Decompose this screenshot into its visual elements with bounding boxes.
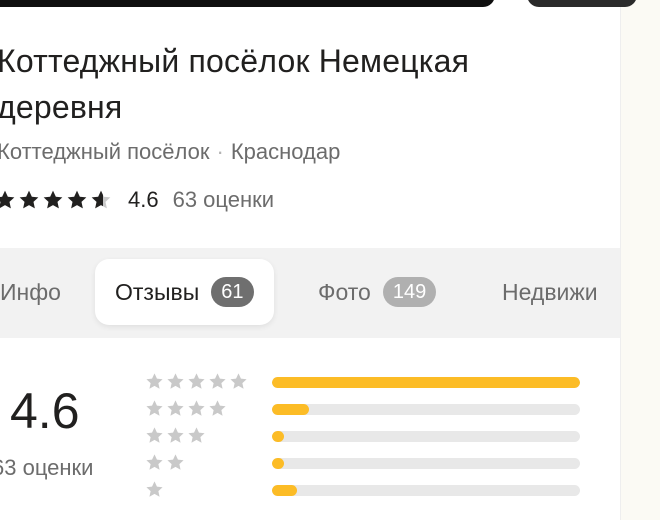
tab-info[interactable]: Инфо (0, 259, 61, 325)
distribution-stars (145, 372, 250, 391)
star-icon (209, 373, 226, 389)
place-subtitle: Коттеджный посёлок · Краснодар (0, 137, 340, 167)
distribution-bar-fill (272, 404, 309, 415)
star-icon (67, 190, 87, 209)
distribution-bar-fill (272, 485, 297, 496)
star-icon (167, 427, 184, 443)
gallery-photo[interactable] (0, 0, 495, 7)
tab-info-label: Инфо (0, 278, 61, 305)
tab-reviews[interactable]: Отзывы 61 (95, 259, 274, 325)
distribution-bar (272, 458, 580, 469)
star-icon (167, 454, 184, 470)
rating-stars (0, 189, 114, 211)
place-city: Краснодар (230, 139, 341, 164)
star-icon (188, 427, 205, 443)
star-icon (146, 400, 163, 416)
distribution-stars (145, 426, 208, 445)
star-icon (167, 373, 184, 389)
distribution-bar-fill (272, 431, 285, 442)
star-icon (167, 400, 184, 416)
tab-photos[interactable]: Фото 149 (318, 259, 437, 325)
tab-photos-count-badge: 149 (382, 277, 437, 307)
star-icon (19, 190, 39, 209)
star-icon (230, 373, 247, 389)
distribution-bar (272, 485, 580, 496)
star-icon (0, 190, 15, 209)
place-title: Коттеджный посёлок Немецкая деревня (0, 43, 470, 125)
summary-rating: 4.6 (10, 383, 80, 439)
tab-realty[interactable]: Недвижи (502, 259, 598, 325)
tab-reviews-count-badge: 61 (211, 277, 254, 307)
rating-summary[interactable]: 4.6 63 оценки (0, 182, 274, 218)
star-icon (146, 481, 163, 497)
distribution-stars (145, 399, 229, 418)
distribution-bar (272, 404, 580, 415)
summary-count: 63 оценки (0, 455, 94, 480)
star-icon (188, 373, 205, 389)
rating-count[interactable]: 63 оценки (173, 187, 274, 213)
star-icon (188, 400, 205, 416)
distribution-bar-fill (272, 377, 580, 388)
subtitle-separator: · (216, 139, 224, 164)
star-icon (146, 427, 163, 443)
tab-reviews-label: Отзывы (115, 278, 200, 305)
tabs-bar: Инфо Отзывы 61 Фото 149 Недвижи (0, 248, 620, 338)
side-panel-edge (620, 0, 660, 520)
star-icon (91, 190, 111, 209)
distribution-bar (272, 377, 580, 388)
place-category: Коттеджный посёлок (0, 139, 210, 164)
rating-value: 4.6 (128, 187, 159, 212)
star-icon (146, 454, 163, 470)
distribution-stars (145, 453, 187, 472)
distribution-stars (145, 480, 166, 499)
gallery-photo[interactable] (527, 0, 637, 7)
tab-photos-label: Фото (318, 278, 371, 305)
distribution-bar-fill (272, 458, 285, 469)
tab-realty-label: Недвижи (502, 278, 598, 305)
star-icon (43, 190, 63, 209)
distribution-bar (272, 431, 580, 442)
star-icon (209, 400, 226, 416)
star-icon (146, 373, 163, 389)
